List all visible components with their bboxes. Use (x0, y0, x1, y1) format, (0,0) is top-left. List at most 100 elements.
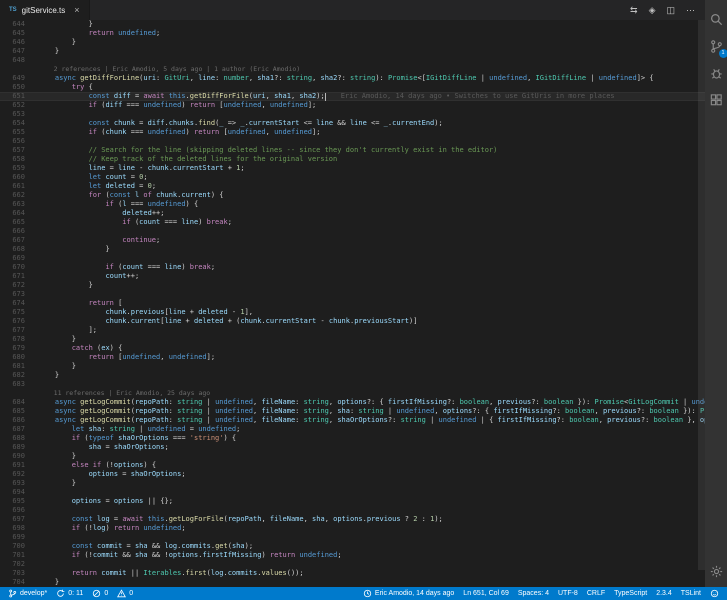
encoding-status[interactable]: UTF-8 (558, 590, 578, 597)
line-number[interactable]: 648 (0, 56, 38, 65)
code-line[interactable]: 697 const log = await this.getLogForFile… (0, 515, 705, 524)
line-number[interactable]: 682 (0, 371, 38, 380)
code-line[interactable]: 698 if (!log) return undefined; (0, 524, 705, 533)
code-line[interactable]: 648 (0, 56, 705, 65)
line-number[interactable]: 647 (0, 47, 38, 56)
code-line[interactable]: 649 async getDiffForLine(uri: GitUri, li… (0, 74, 705, 83)
line-number[interactable]: 645 (0, 29, 38, 38)
code-line[interactable]: 657 // Search for the line (skipping del… (0, 146, 705, 155)
line-number[interactable]: 678 (0, 335, 38, 344)
line-number[interactable]: 692 (0, 470, 38, 479)
line-number[interactable]: 658 (0, 155, 38, 164)
line-number[interactable]: 699 (0, 533, 38, 542)
line-number[interactable]: 694 (0, 488, 38, 497)
line-number[interactable]: 668 (0, 245, 38, 254)
warnings-status[interactable]: 0 (117, 589, 133, 598)
line-number[interactable]: 660 (0, 173, 38, 182)
code-line[interactable]: 700 const commit = sha && log.commits.ge… (0, 542, 705, 551)
line-number[interactable]: 672 (0, 281, 38, 290)
line-number[interactable]: 700 (0, 542, 38, 551)
errors-status[interactable]: 0 (92, 589, 108, 598)
open-changes-icon[interactable]: ⇆ (630, 5, 638, 16)
code-line[interactable]: 661 let deleted = 0; (0, 182, 705, 191)
code-line[interactable]: 690 } (0, 452, 705, 461)
code-line[interactable]: 687 let sha: string | undefined = undefi… (0, 425, 705, 434)
cursor-position-status[interactable]: Ln 651, Col 69 (463, 590, 509, 597)
code-line[interactable]: 673 (0, 290, 705, 299)
code-line[interactable]: 704 } (0, 578, 705, 587)
code-line[interactable]: 652 if (diff === undefined) return [unde… (0, 101, 705, 110)
code-line[interactable]: 685 async getLogCommit(repoPath: string … (0, 407, 705, 416)
line-number[interactable]: 698 (0, 524, 38, 533)
line-number[interactable]: 663 (0, 200, 38, 209)
line-number[interactable]: 664 (0, 209, 38, 218)
line-number[interactable]: 697 (0, 515, 38, 524)
line-number[interactable]: 666 (0, 227, 38, 236)
line-number[interactable]: 689 (0, 443, 38, 452)
code-line[interactable]: 695 options = options || {}; (0, 497, 705, 506)
line-number[interactable]: 688 (0, 434, 38, 443)
settings-gear-icon[interactable] (709, 564, 724, 579)
line-number[interactable]: 695 (0, 497, 38, 506)
code-line[interactable]: 675 chunk.previous[line + deleted - 1], (0, 308, 705, 317)
search-icon[interactable] (709, 12, 724, 27)
code-line[interactable]: 664 deleted++; (0, 209, 705, 218)
line-number[interactable]: 673 (0, 290, 38, 299)
line-number[interactable]: 662 (0, 191, 38, 200)
line-number[interactable]: 675 (0, 308, 38, 317)
line-number[interactable]: 693 (0, 479, 38, 488)
code-line[interactable]: 699 (0, 533, 705, 542)
line-number[interactable]: 671 (0, 272, 38, 281)
code-line[interactable]: 681 } (0, 362, 705, 371)
code-line[interactable]: 682 } (0, 371, 705, 380)
code-line[interactable]: 671 count++; (0, 272, 705, 281)
line-number[interactable]: 679 (0, 344, 38, 353)
code-line[interactable]: 668 } (0, 245, 705, 254)
code-line[interactable]: 694 (0, 488, 705, 497)
line-number[interactable]: 661 (0, 182, 38, 191)
code-line[interactable]: 651 const diff = await this.getDiffForFi… (0, 92, 705, 101)
more-actions-icon[interactable]: ⋯ (686, 5, 695, 16)
code-line[interactable]: 645 return undefined; (0, 29, 705, 38)
line-number[interactable]: 670 (0, 263, 38, 272)
eol-status[interactable]: CRLF (587, 590, 605, 597)
line-number[interactable]: 667 (0, 236, 38, 245)
feedback-status[interactable] (710, 589, 719, 598)
tab-gitservice-ts[interactable]: TS gitService.ts × (0, 0, 90, 20)
code-line[interactable]: 688 if (typeof shaOrOptions === 'string'… (0, 434, 705, 443)
line-number[interactable]: 691 (0, 461, 38, 470)
line-number[interactable]: 659 (0, 164, 38, 173)
split-editor-icon[interactable]: ◫ (666, 5, 675, 16)
code-line[interactable]: 646 } (0, 38, 705, 47)
code-line[interactable]: 670 if (count === line) break; (0, 263, 705, 272)
code-line[interactable]: 680 return [undefined, undefined]; (0, 353, 705, 362)
line-number[interactable]: 690 (0, 452, 38, 461)
code-line[interactable]: 701 if (!commit && sha && !options.first… (0, 551, 705, 560)
code-line[interactable]: 653 (0, 110, 705, 119)
code-line[interactable]: 647 } (0, 47, 705, 56)
line-number[interactable]: 653 (0, 110, 38, 119)
line-number[interactable]: 674 (0, 299, 38, 308)
code-line[interactable]: 665 if (count === line) break; (0, 218, 705, 227)
codelens-row[interactable]: 2 references | Eric Amodio, 5 days ago |… (0, 65, 705, 74)
code-line[interactable]: 703 return commit || Iterables.first(log… (0, 569, 705, 578)
line-number[interactable]: 669 (0, 254, 38, 263)
line-number[interactable]: 650 (0, 83, 38, 92)
line-number[interactable]: 680 (0, 353, 38, 362)
code-line[interactable]: 677 ]; (0, 326, 705, 335)
toggle-blame-icon[interactable]: ◈ (649, 5, 656, 16)
extensions-icon[interactable] (709, 93, 724, 108)
line-number[interactable]: 684 (0, 398, 38, 407)
code-editor[interactable]: 644 } 645 return undefined; 646 } 647 } 648 … (0, 20, 705, 587)
scrollbar-thumb[interactable] (698, 20, 705, 570)
debug-icon[interactable] (709, 66, 724, 81)
line-number[interactable]: 696 (0, 506, 38, 515)
code-line[interactable]: 683 (0, 380, 705, 389)
ts-version-status[interactable]: 2.3.4 (656, 590, 672, 597)
line-number[interactable]: 665 (0, 218, 38, 227)
line-number[interactable]: 649 (0, 74, 38, 83)
line-number[interactable]: 687 (0, 425, 38, 434)
close-tab-icon[interactable]: × (74, 5, 79, 15)
sync-status[interactable]: 0: 11 (56, 589, 83, 598)
line-number[interactable]: 686 (0, 416, 38, 425)
